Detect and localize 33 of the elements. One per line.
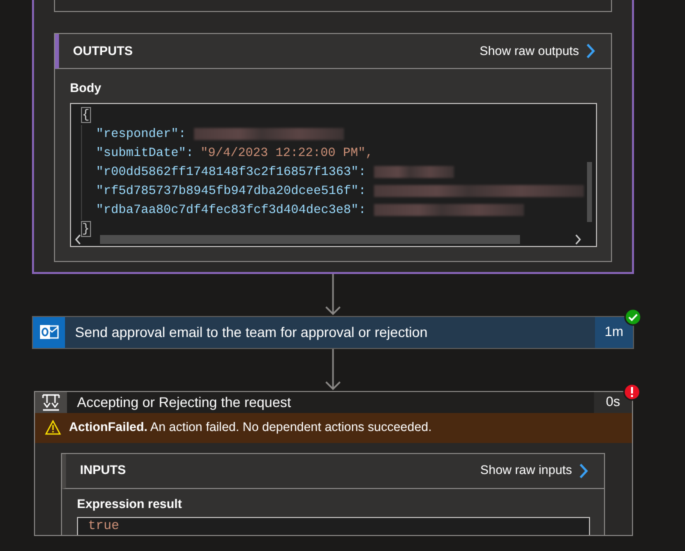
connector-arrow <box>325 348 341 391</box>
json-key: "r00dd5862ff1748148f3c2f16857f1363": <box>96 162 366 182</box>
field-label: Expression result <box>77 496 183 513</box>
json-key: "rdba7aa80c7df4fec83fcf3d404dec3e8": <box>96 200 366 220</box>
condition-icon <box>41 392 61 412</box>
scrollbar-thumb[interactable] <box>100 234 520 244</box>
connector-arrow <box>325 274 341 316</box>
error-message: ActionFailed. An action failed. No dependent actions succeeded. <box>69 419 432 436</box>
action-card[interactable]: Send approval email to the team for approval or rejection 1m <box>32 316 634 349</box>
mail-app-icon <box>39 323 59 342</box>
code-brace: } <box>81 220 91 237</box>
warning-icon <box>45 420 61 436</box>
show-raw-link[interactable]: Show raw inputs <box>480 461 588 480</box>
step-title: Accepting or Rejecting the request <box>76 392 292 412</box>
scroll-left-icon[interactable] <box>74 234 82 245</box>
panel-title: OUTPUTS <box>73 42 133 60</box>
expression-value: true <box>77 516 590 535</box>
code-brace: { <box>81 106 91 123</box>
json-key: "rf5d785737b8945fb947dba20dcee516f": <box>96 182 366 201</box>
action-card[interactable]: Accepting or Rejecting the request 0s <box>34 390 633 413</box>
field-label: Body <box>70 80 102 97</box>
json-key: "responder": <box>96 124 186 144</box>
chevron-right-icon <box>579 462 588 479</box>
action-card[interactable]: OUTPUTS Show raw outputs Body { "responder": "submitDate": "9/4/2023 12:22:00 PM", "r00dd5862ff1748148f3c2f16857f1363": "rf5d785737b8945fb947dba20dcee516f": "rdba7aa80c7df4fec83fcf3d404dec3e8": } <box>32 0 634 274</box>
scroll-right-icon[interactable] <box>574 234 582 245</box>
json-value: "9/4/2023 12:22:00 PM", <box>200 144 374 162</box>
chevron-right-icon <box>586 43 595 59</box>
json-key: "submitDate": <box>96 144 194 163</box>
scrollbar-thumb[interactable] <box>587 162 592 222</box>
step-title: Send approval email to the team for approval or rejection <box>74 322 429 342</box>
duration: 1m <box>595 316 633 348</box>
panel-title: INPUTS <box>80 462 126 480</box>
show-raw-link[interactable]: Show raw outputs <box>480 42 595 60</box>
